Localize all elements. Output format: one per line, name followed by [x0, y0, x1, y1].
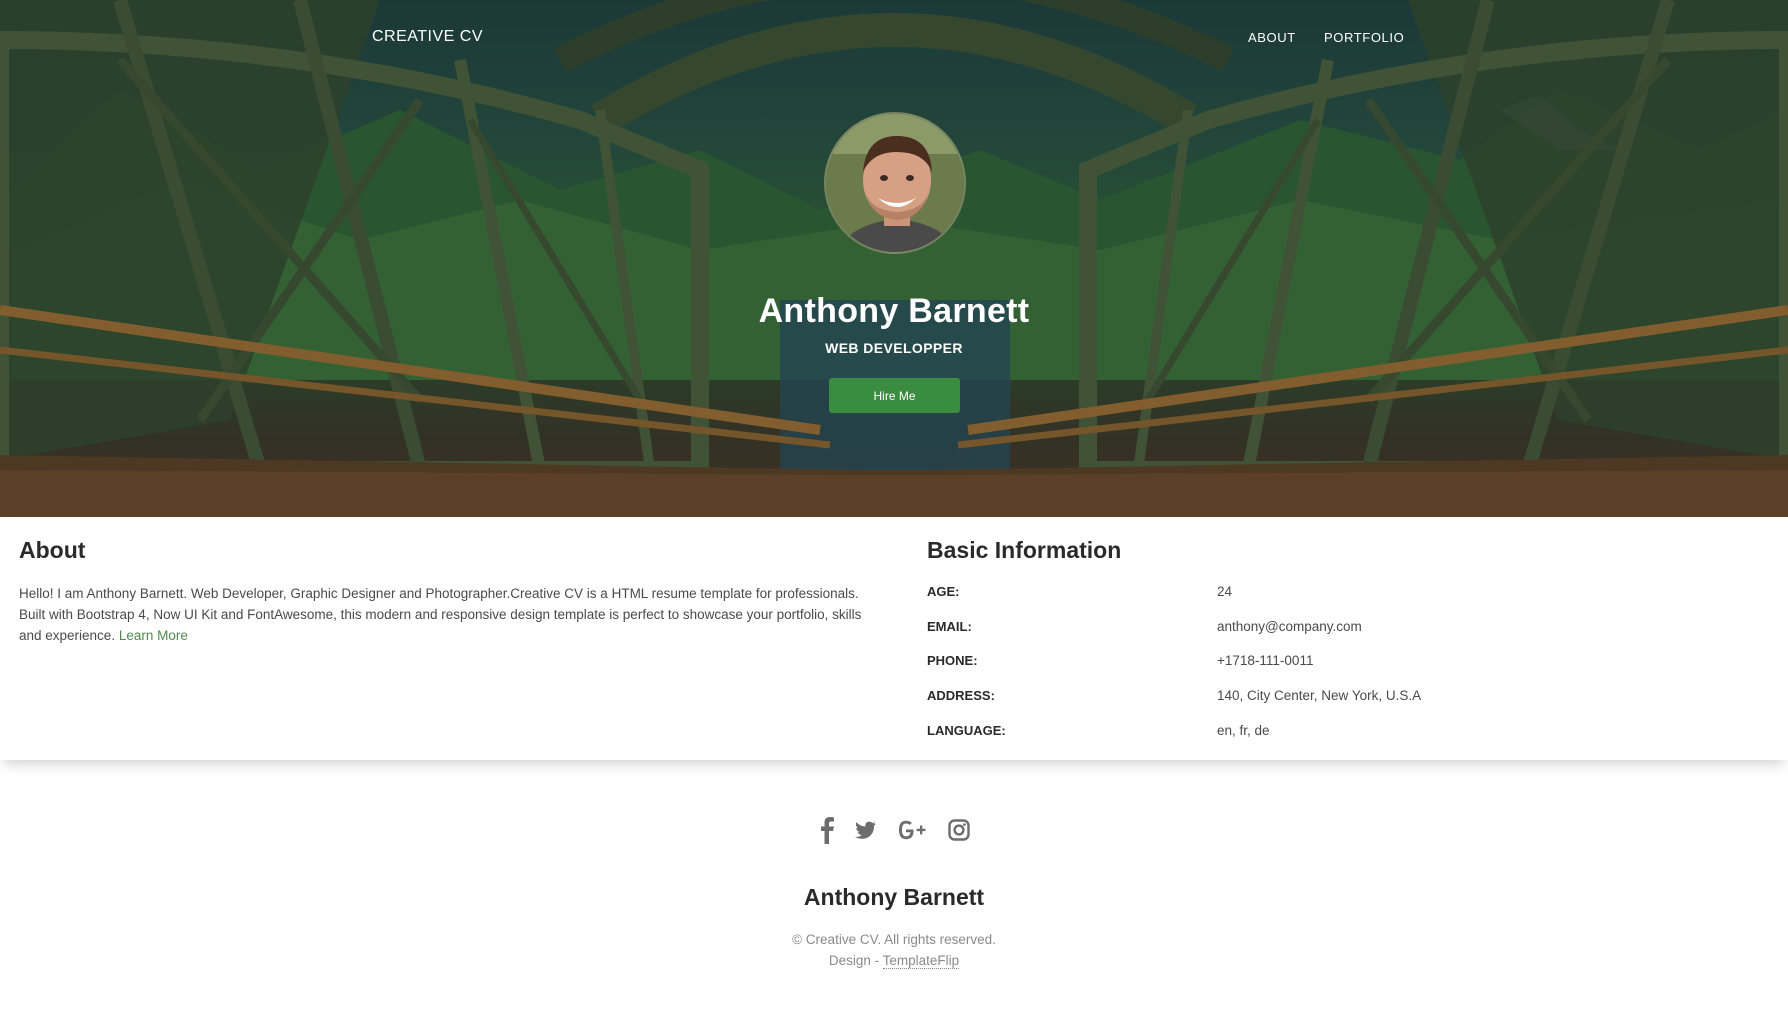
- twitter-icon[interactable]: [850, 812, 880, 848]
- info-value: anthony@company.com: [1217, 619, 1362, 634]
- info-card: About Hello! I am Anthony Barnett. Web D…: [0, 517, 1788, 760]
- hero-name-heading: Anthony Barnett: [758, 292, 1030, 330]
- info-value: en, fr, de: [1217, 723, 1270, 738]
- navbar: CREATIVE CV ABOUT PORTFOLIO: [0, 0, 1788, 76]
- hero-header: CREATIVE CV ABOUT PORTFOLIO Anthony Barn…: [0, 0, 1788, 517]
- nav-link-portfolio[interactable]: PORTFOLIO: [1324, 30, 1404, 45]
- info-value: 24: [1217, 584, 1233, 599]
- hero-job-title: WEB DEVELOPPER: [825, 340, 963, 356]
- copyright-text: © Creative CV. All rights reserved.: [792, 932, 996, 947]
- design-credit: Design - TemplateFlip: [0, 953, 1788, 969]
- about-heading: About: [19, 537, 86, 563]
- about-paragraph: Hello! I am Anthony Barnett. Web Develop…: [19, 583, 869, 646]
- templateflip-link[interactable]: TemplateFlip: [882, 953, 960, 969]
- learn-more-link[interactable]: Learn More: [119, 628, 188, 643]
- instagram-icon[interactable]: [944, 812, 974, 848]
- hero-overlay: [0, 0, 1788, 517]
- info-label: EMAIL:: [927, 619, 972, 634]
- design-prefix: Design -: [828, 953, 883, 968]
- profile-avatar: [824, 112, 966, 254]
- facebook-icon[interactable]: [812, 812, 842, 848]
- info-row-address: ADDRESS: 140, City Center, New York, U.S…: [927, 688, 1627, 708]
- info-label: LANGUAGE:: [927, 723, 1006, 738]
- info-row-age: AGE: 24: [927, 584, 1627, 604]
- social-links: [0, 812, 1788, 848]
- info-label: PHONE:: [927, 653, 978, 668]
- info-value: 140, City Center, New York, U.S.A: [1217, 688, 1422, 703]
- info-row-phone: PHONE: +1718-111-0011: [927, 653, 1627, 673]
- footer-name: Anthony Barnett: [803, 884, 985, 910]
- basic-info-heading: Basic Information: [927, 537, 1122, 563]
- google-plus-icon[interactable]: [895, 812, 926, 848]
- brand-logo-link[interactable]: CREATIVE CV: [372, 28, 483, 46]
- info-row-email: EMAIL: anthony@company.com: [927, 619, 1627, 639]
- info-value: +1718-111-0011: [1217, 653, 1314, 668]
- hire-me-button[interactable]: Hire Me: [829, 378, 960, 413]
- info-label: ADDRESS:: [927, 688, 995, 703]
- info-label: AGE:: [927, 584, 960, 599]
- info-row-language: LANGUAGE: en, fr, de: [927, 723, 1627, 743]
- nav-link-about[interactable]: ABOUT: [1248, 30, 1296, 45]
